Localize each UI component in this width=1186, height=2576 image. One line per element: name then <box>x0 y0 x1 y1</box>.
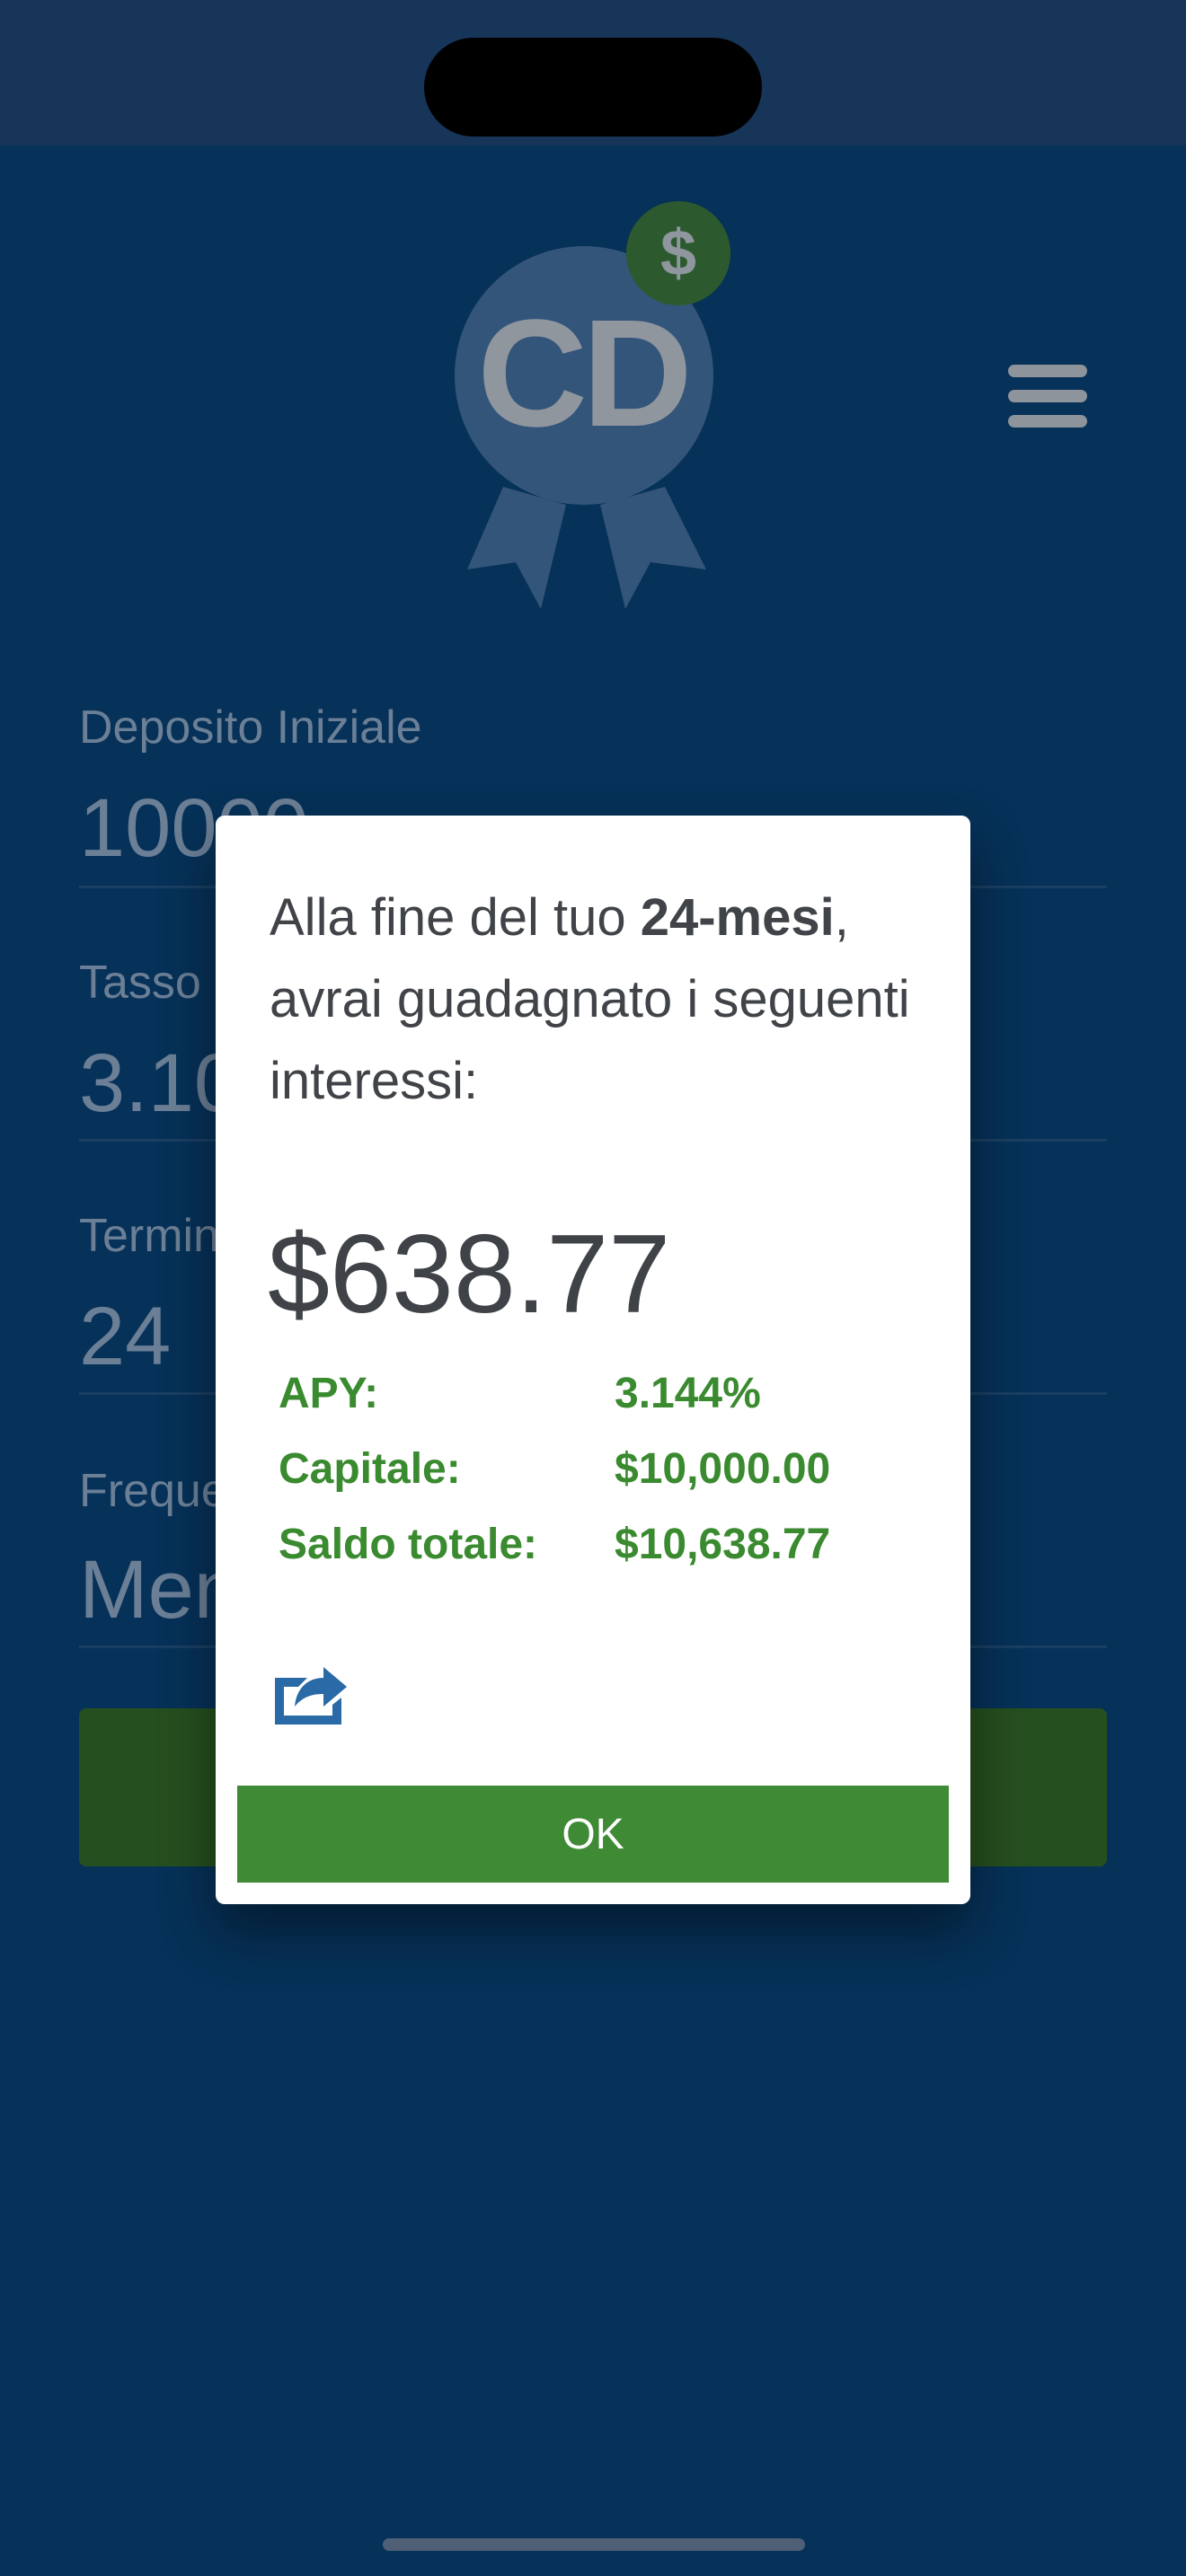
share-icon <box>275 1667 347 1725</box>
dialog-term: 24-mesi <box>640 888 835 947</box>
dialog-message: Alla fine del tuo 24-mesi, avrai guadagn… <box>270 877 934 1122</box>
summary-label: Capitale: <box>279 1445 461 1493</box>
summary-row-apy: APY: 3.144% <box>279 1369 925 1432</box>
summary-label: APY: <box>279 1370 379 1417</box>
summary-value: $10,000.00 <box>615 1445 831 1493</box>
summary-label: Saldo totale: <box>279 1521 538 1568</box>
ok-button[interactable]: OK <box>237 1786 949 1883</box>
dynamic-island <box>424 38 762 137</box>
result-dialog: Alla fine del tuo 24-mesi, avrai guadagn… <box>216 816 970 1904</box>
home-indicator <box>383 2538 805 2551</box>
summary-row-total-balance: Saldo totale: $10,638.77 <box>279 1520 925 1583</box>
app-screen: CD $ Deposito Iniziale 10000 Tasso 3.10 … <box>0 0 1186 2576</box>
summary-value: $10,638.77 <box>615 1521 831 1568</box>
summary-value: 3.144% <box>615 1370 761 1417</box>
interest-amount: $638.77 <box>268 1213 671 1337</box>
summary-row-principal: Capitale: $10,000.00 <box>279 1444 925 1507</box>
dialog-message-prefix: Alla fine del tuo <box>270 888 641 947</box>
share-button[interactable] <box>268 1647 354 1734</box>
status-bar <box>0 0 1186 146</box>
